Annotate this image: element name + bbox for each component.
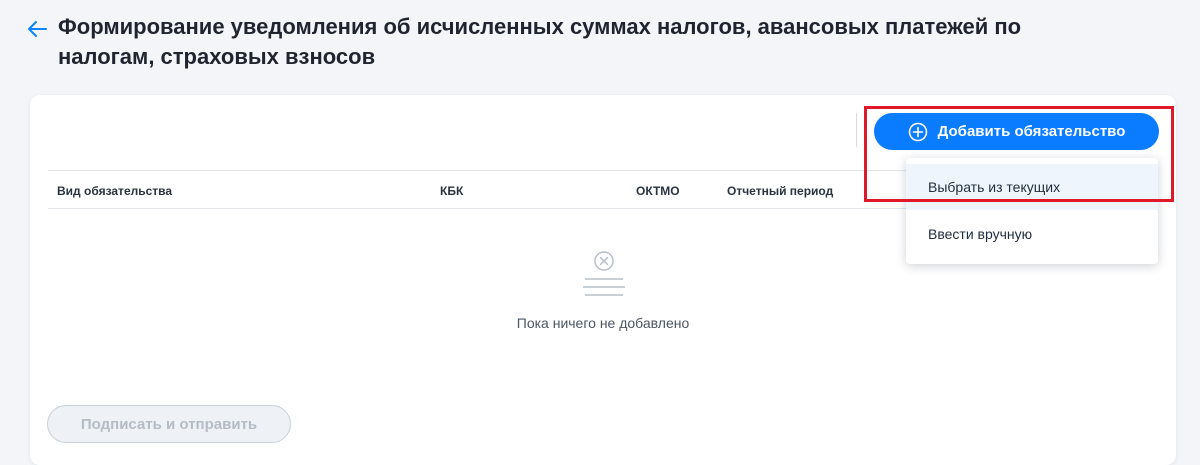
empty-list-icon: [583, 251, 625, 296]
toolbar-divider: [856, 113, 857, 147]
sign-and-send-button[interactable]: Подписать и отправить: [47, 405, 291, 443]
add-obligation-menu: Выбрать из текущих Ввести вручную: [906, 158, 1158, 264]
obligations-card: Добавить обязательство Вид обязательства…: [30, 95, 1176, 465]
column-header: Вид обязательства: [57, 184, 173, 198]
column-header: ОКТМО: [636, 184, 680, 198]
column-header: КБК: [440, 184, 464, 198]
page-header: Формирование уведомления об исчисленных …: [26, 12, 1176, 72]
plus-circle-icon: [908, 122, 927, 141]
menu-item-enter-manually[interactable]: Ввести вручную: [906, 211, 1158, 257]
add-obligation-button[interactable]: Добавить обязательство: [874, 113, 1159, 150]
empty-state-text: Пока ничего не добавлено: [516, 315, 690, 331]
arrow-left-icon[interactable]: [26, 16, 48, 42]
page-title: Формирование уведомления об исчисленных …: [58, 14, 1022, 69]
column-header: Отчетный период: [727, 184, 834, 198]
menu-item-select-current[interactable]: Выбрать из текущих: [906, 164, 1158, 210]
add-obligation-label: Добавить обязательство: [937, 123, 1126, 140]
